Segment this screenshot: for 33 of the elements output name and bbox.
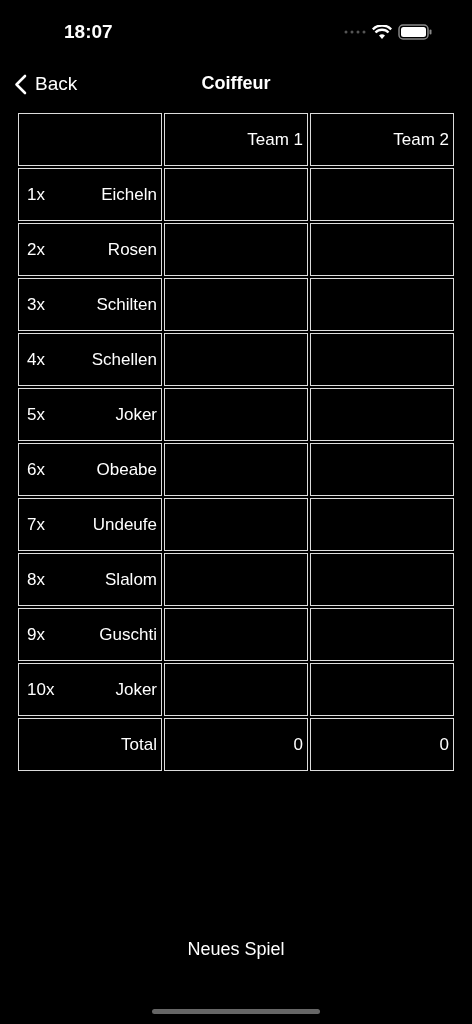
multiplier-label: 8x — [27, 568, 45, 591]
new-game-button[interactable]: Neues Spiel — [179, 932, 293, 967]
category-label: Slalom — [105, 568, 157, 591]
category-label: Guschti — [99, 623, 157, 646]
category-label: Joker — [115, 403, 157, 426]
multiplier-label: 5x — [27, 403, 45, 426]
multiplier-label: 6x — [27, 458, 45, 481]
status-time: 18:07 — [64, 19, 113, 44]
multiplier-label: 4x — [27, 348, 45, 371]
chevron-left-icon — [14, 73, 27, 95]
multiplier-label: 3x — [27, 293, 45, 316]
screen-title: Coiffeur — [201, 71, 271, 95]
category-label: Eicheln — [101, 183, 157, 206]
signal-icon — [344, 30, 366, 34]
multiplier-label: 2x — [27, 238, 45, 261]
total-cell: 0 — [164, 718, 308, 771]
total-label: Total — [18, 718, 162, 771]
column-header: Team 2 — [310, 113, 454, 166]
category-label: Rosen — [107, 238, 157, 261]
multiplier-label: 1x — [27, 183, 45, 206]
category-label: Obeabe — [96, 458, 157, 481]
total-cell: 0 — [310, 718, 454, 771]
back-button[interactable]: Back — [14, 70, 78, 99]
multiplier-label: 7x — [27, 513, 45, 536]
wifi-icon — [372, 24, 392, 40]
multiplier-label: 9x — [27, 623, 45, 646]
category-label: Schilten — [96, 293, 157, 316]
category-label: Undeufe — [92, 513, 157, 536]
battery-icon — [398, 24, 432, 40]
column-header: Team 1 — [164, 113, 308, 166]
multiplier-label: 10x — [27, 678, 55, 701]
category-label: Joker — [115, 678, 157, 701]
category-label: Schellen — [91, 348, 157, 371]
